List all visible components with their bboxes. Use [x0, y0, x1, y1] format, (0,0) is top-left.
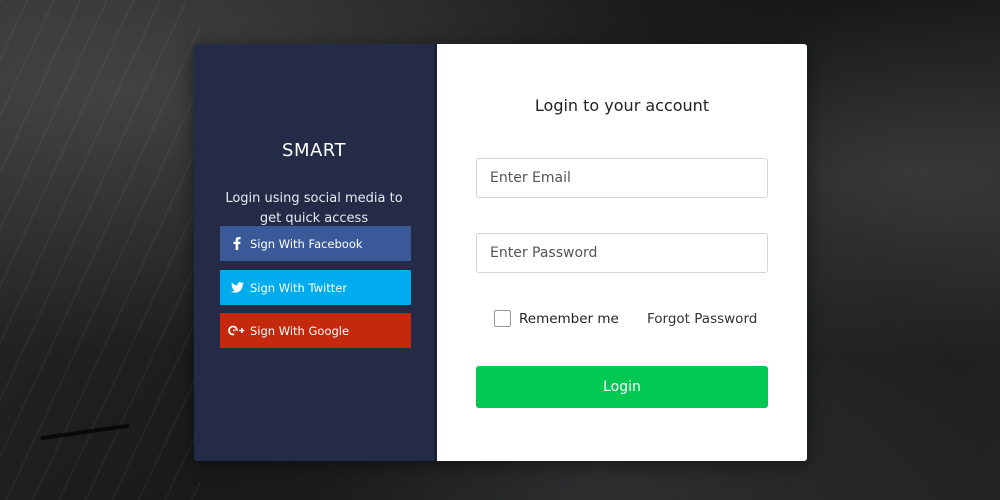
form-title: Login to your account [534, 96, 710, 115]
twitter-icon [220, 282, 250, 293]
facebook-signin-button[interactable]: Sign With Facebook [220, 226, 411, 261]
facebook-signin-label: Sign With Facebook [250, 236, 363, 251]
email-field[interactable] [476, 158, 768, 198]
login-button[interactable]: Login [476, 366, 768, 408]
social-tagline: Login using social media to get quick ac… [225, 191, 403, 226]
remember-me-checkbox[interactable] [494, 310, 511, 327]
facebook-icon [220, 237, 250, 250]
remember-me-label: Remember me [519, 310, 619, 327]
login-card: SMART Login using social media to get qu… [194, 44, 807, 461]
google-plus-icon [220, 325, 250, 336]
password-field[interactable] [476, 233, 768, 273]
forgot-password-link[interactable]: Forgot Password [647, 311, 757, 327]
twitter-signin-label: Sign With Twitter [250, 280, 348, 295]
google-signin-button[interactable]: Sign With Google [220, 313, 411, 348]
brand-name: SMART [282, 140, 346, 161]
remember-me-toggle[interactable]: Remember me [494, 310, 619, 327]
google-signin-label: Sign With Google [250, 323, 350, 338]
twitter-signin-button[interactable]: Sign With Twitter [220, 270, 411, 305]
social-login-panel: SMART Login using social media to get qu… [194, 44, 437, 461]
login-form-panel: Login to your account Remember me Forgot… [437, 44, 807, 461]
